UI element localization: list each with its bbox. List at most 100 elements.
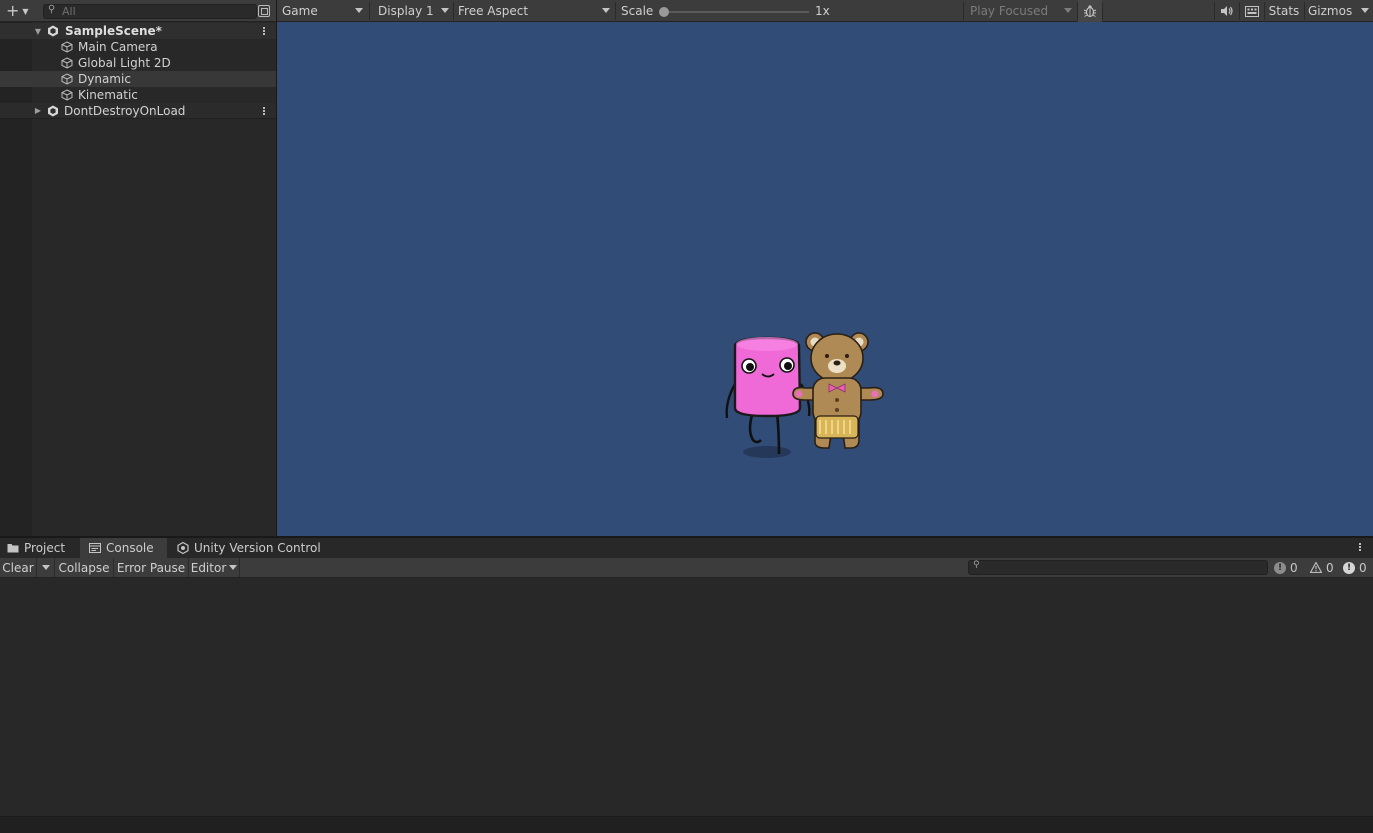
console-icon xyxy=(89,543,101,553)
hierarchy-item-label: Dynamic xyxy=(78,72,131,86)
editor-dropdown[interactable]: Editor xyxy=(189,558,240,577)
hierarchy-scene-row[interactable]: ▼ SampleScene* xyxy=(0,23,276,39)
bug-icon xyxy=(1083,5,1097,18)
stats-label: Stats xyxy=(1268,4,1300,18)
chevron-down-icon xyxy=(355,8,363,13)
game-panel: Game Display 1 Free Aspect Scale 1x Play… xyxy=(277,0,1373,536)
expand-arrow-icon[interactable]: ▼ xyxy=(33,27,43,36)
clear-label: Clear xyxy=(2,560,34,575)
game-toolbar: Game Display 1 Free Aspect Scale 1x Play… xyxy=(277,0,1373,22)
warning-count: 0 xyxy=(1326,560,1334,575)
lock-toggle-icon[interactable] xyxy=(258,5,270,17)
chevron-down-icon xyxy=(1361,8,1369,13)
gameobject-cube-icon xyxy=(61,57,73,69)
chevron-down-icon xyxy=(602,8,610,13)
tab-label: Project xyxy=(24,541,66,555)
info-count-toggle[interactable]: ! 0 xyxy=(1274,558,1298,577)
tab-unity-version-control[interactable]: Unity Version Control xyxy=(169,538,329,558)
tab-label: Unity Version Control xyxy=(194,541,321,555)
hierarchy-item-kinematic[interactable]: Kinematic xyxy=(0,87,276,103)
collapse-label: Collapse xyxy=(58,560,110,575)
gizmos-dropdown[interactable]: Gizmos xyxy=(1305,0,1373,22)
chevron-down-icon xyxy=(441,8,449,13)
status-bar xyxy=(0,816,1373,833)
hierarchy-item-label: DontDestroyOnLoad xyxy=(64,103,186,118)
scale-slider-handle[interactable] xyxy=(659,7,669,17)
hierarchy-search[interactable]: ⚲ xyxy=(43,4,257,19)
view-mode-label: Game xyxy=(282,4,318,18)
error-count-toggle[interactable]: ! 0 xyxy=(1343,558,1367,577)
chevron-down-icon xyxy=(41,565,50,570)
display-label: Display 1 xyxy=(378,4,434,18)
warning-icon xyxy=(1310,562,1322,573)
folder-icon xyxy=(7,544,19,553)
unity-scene-icon xyxy=(48,105,58,116)
info-count: 0 xyxy=(1290,560,1298,575)
scale-value: 1x xyxy=(815,4,830,18)
gingerbread-bear-character xyxy=(792,332,884,449)
stats-button[interactable]: Stats xyxy=(1265,0,1303,22)
clear-button[interactable]: Clear xyxy=(0,558,37,577)
hierarchy-item-label: Main Camera xyxy=(78,40,158,54)
unity-scene-icon xyxy=(48,25,58,37)
hierarchy-item-dynamic[interactable]: Dynamic xyxy=(0,71,276,87)
hierarchy-item-global-light-2d[interactable]: Global Light 2D xyxy=(0,55,276,71)
tab-project[interactable]: Project xyxy=(0,538,78,558)
mute-audio-button[interactable] xyxy=(1215,0,1239,22)
search-icon: ⚲ xyxy=(973,560,980,570)
bottom-tab-bar: Project Console Unity Version Control xyxy=(0,538,1373,558)
version-control-icon xyxy=(177,542,189,554)
panel-menu-icon[interactable] xyxy=(1358,542,1362,552)
console-log-area[interactable] xyxy=(0,578,1373,816)
scene-menu-icon[interactable] xyxy=(262,26,266,36)
tab-console[interactable]: Console xyxy=(80,538,167,558)
warning-count-toggle[interactable]: 0 xyxy=(1310,558,1334,577)
collapse-toggle[interactable]: Collapse xyxy=(55,558,114,577)
plus-icon: + xyxy=(6,1,20,20)
aspect-dropdown[interactable]: Free Aspect xyxy=(454,0,614,22)
add-object-button[interactable]: + ▼ xyxy=(3,3,35,19)
hierarchy-search-input[interactable] xyxy=(62,5,252,18)
hierarchy-item-label: Global Light 2D xyxy=(78,56,171,70)
play-mode-dropdown[interactable]: Play Focused xyxy=(964,0,1076,22)
console-search[interactable]: ⚲ xyxy=(968,560,1268,575)
keyboard-icon xyxy=(1245,5,1259,17)
console-toolbar: Clear Collapse Error Pause Editor ⚲ ! 0 xyxy=(0,558,1373,578)
hierarchy-item-label: Kinematic xyxy=(78,88,138,102)
speaker-icon xyxy=(1221,6,1233,16)
debug-bug-button[interactable] xyxy=(1078,0,1102,22)
toolbar-divider xyxy=(1102,2,1103,20)
hierarchy-toolbar: + ▼ ⚲ xyxy=(0,0,276,22)
chevron-down-icon xyxy=(1064,8,1072,13)
error-count: 0 xyxy=(1359,560,1367,575)
gameobject-cube-icon xyxy=(61,41,73,53)
hierarchy-item-main-camera[interactable]: Main Camera xyxy=(0,39,276,55)
aspect-label: Free Aspect xyxy=(458,4,529,18)
gizmos-label: Gizmos xyxy=(1308,4,1353,18)
hierarchy-scene-row[interactable]: ▶ DontDestroyOnLoad xyxy=(0,103,276,119)
error-pause-label: Error Pause xyxy=(116,560,186,575)
scale-label: Scale xyxy=(621,4,654,18)
game-viewport[interactable] xyxy=(277,22,1373,536)
tab-label: Console xyxy=(106,541,154,555)
search-icon: ⚲ xyxy=(48,4,56,15)
expand-arrow-icon[interactable]: ▶ xyxy=(33,106,43,115)
display-dropdown[interactable]: Display 1 xyxy=(370,0,453,22)
bottom-panel: Project Console Unity Version Control Cl… xyxy=(0,538,1373,833)
hierarchy-item-label: SampleScene* xyxy=(65,24,162,38)
scale-slider-track[interactable] xyxy=(663,11,809,13)
shortcuts-button[interactable] xyxy=(1240,0,1264,22)
play-mode-label: Play Focused xyxy=(970,4,1049,18)
gameobject-cube-icon xyxy=(61,73,73,85)
scene-menu-icon[interactable] xyxy=(262,106,266,116)
error-pause-toggle[interactable]: Error Pause xyxy=(114,558,189,577)
console-search-input[interactable] xyxy=(985,561,1265,574)
editor-label: Editor xyxy=(190,560,227,575)
info-icon: ! xyxy=(1274,561,1286,574)
view-mode-dropdown[interactable]: Game xyxy=(277,0,367,22)
toolbar-divider xyxy=(615,2,616,20)
chevron-down-icon xyxy=(229,565,238,570)
gameobject-cube-icon xyxy=(61,89,73,101)
hierarchy-panel: + ▼ ⚲ ▼ SampleScene* Main Camera xyxy=(0,0,276,536)
clear-options-dropdown[interactable] xyxy=(37,558,55,577)
